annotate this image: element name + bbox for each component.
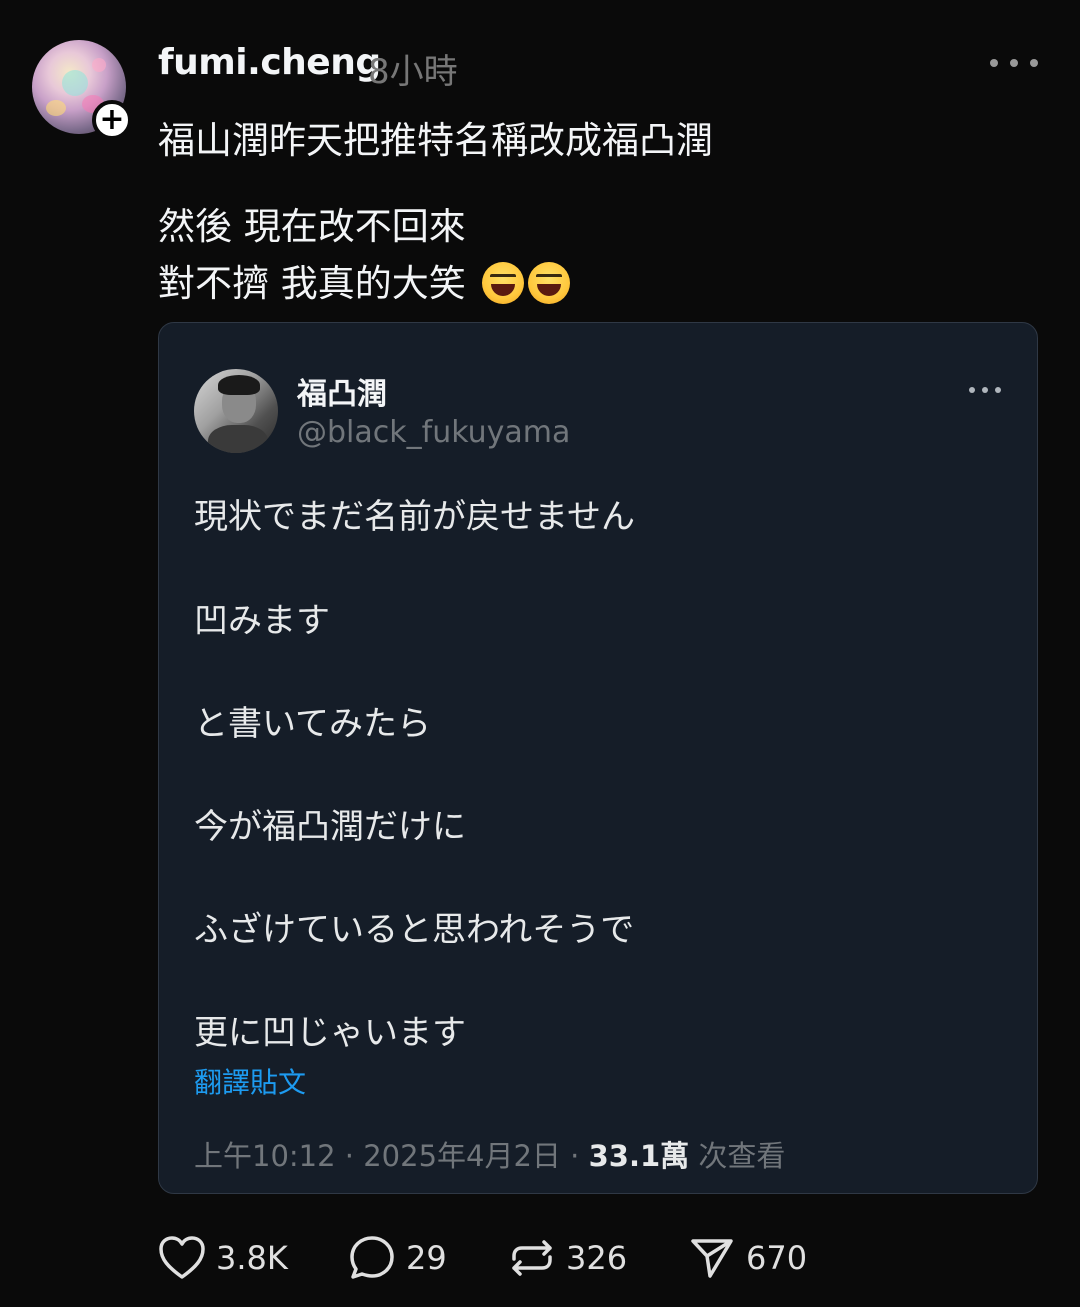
send-icon [691,1239,733,1278]
quoted-text-line: と書いてみたら [194,704,431,744]
quoted-author-avatar[interactable] [194,369,278,453]
caption-line-1: 福山潤昨天把推特名稱改成福凸潤 [158,119,713,162]
comment-bubble-icon [350,1236,394,1279]
translate-post-link[interactable]: 翻譯貼文 [194,1061,306,1101]
quoted-text-line: 今が福凸潤だけに [194,807,466,847]
quoted-text-line: 更に凹じゃいます [194,1013,466,1053]
more-options-icon[interactable] [990,46,1038,80]
quoted-text-line: 凹みます [194,601,330,641]
repost-count: 326 [566,1239,628,1277]
quoted-more-options-icon[interactable] [969,385,1001,395]
heart-icon [159,1236,205,1279]
like-button[interactable]: 3.8K [158,1234,288,1282]
quoted-meta: 上午10:12 · 2025年4月2日 · 33.1萬 次查看 [194,1133,785,1175]
author-username[interactable]: fumi.cheng [158,42,381,83]
threads-post: + fumi.cheng 8小時 福山潤昨天把推特名稱改成福凸潤 然後 現在改不… [0,0,1080,1307]
laughing-face-emoji-icon [481,262,524,304]
like-count: 3.8K [216,1239,288,1277]
quoted-text-line: 現状でまだ名前が戻せません [194,497,635,537]
laughing-face-emoji-icon [527,262,570,304]
post-timestamp: 8小時 [368,52,458,92]
view-count: 33.1萬 [588,1139,690,1173]
quoted-author-handle[interactable]: @black_fukuyama [297,415,570,450]
share-count: 670 [746,1239,808,1277]
repost-icon [512,1240,552,1276]
quoted-timestamp: 上午10:12 · 2025年4月2日 · [194,1139,589,1173]
comment-count: 29 [406,1239,447,1277]
repost-button[interactable]: 326 [508,1234,627,1282]
caption-line-3: 對不擠 我真的大笑 [158,253,570,307]
view-label: 次查看 [689,1139,786,1173]
caption-line-2: 然後 現在改不回來 [158,205,466,248]
follow-plus-icon[interactable]: + [92,100,132,140]
quoted-author-name[interactable]: 福凸潤 [297,369,387,413]
comment-button[interactable]: 29 [348,1234,447,1282]
share-button[interactable]: 670 [688,1234,807,1282]
caption-line-3-text: 對不擠 我真的大笑 [158,262,466,305]
quoted-tweet-card[interactable]: 福凸潤 @black_fukuyama 現状でまだ名前が戻せません 凹みます と… [158,322,1038,1194]
quoted-text-line: ふざけていると思われそうで [194,910,635,950]
